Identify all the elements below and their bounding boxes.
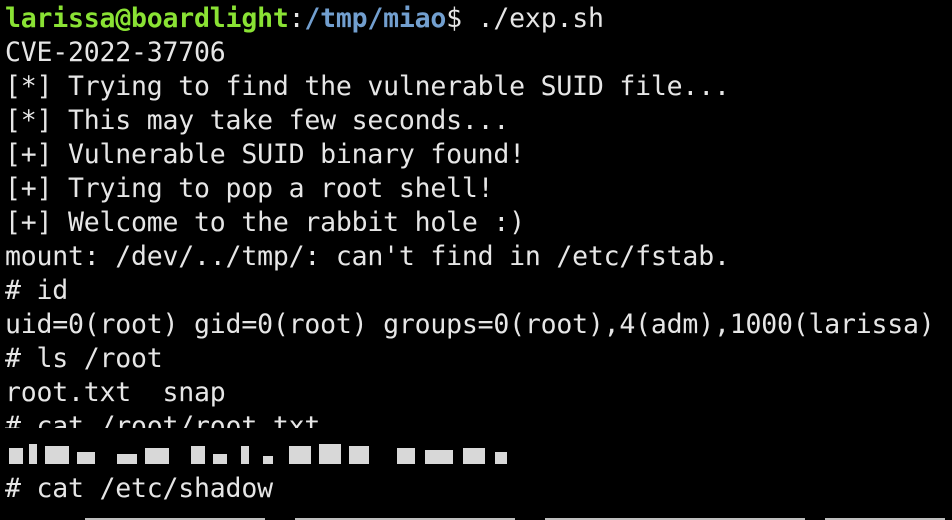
prompt-symbol: $ [446,3,478,34]
output-line-ls-result: root.txt snap [5,377,226,408]
redacted-flag-line [5,438,952,472]
root-command-id: # id [5,275,69,306]
terminal-window[interactable]: larissa@boardlight:/tmp/miao$ ./exp.sh C… [0,0,952,520]
prompt-colon: : [288,3,305,34]
prompt-command: ./exp.sh [477,3,604,34]
prompt-user-host: larissa@boardlight [5,3,289,34]
root-command-ls: # ls /root [5,343,163,374]
output-line-finding: [*] Trying to find the vulnerable SUID f… [5,71,730,102]
prompt-cwd: /tmp/miao [304,3,447,34]
output-line-found: [+] Vulnerable SUID binary found! [5,139,525,170]
output-line-pop-shell: [+] Trying to pop a root shell! [5,173,494,204]
redacted-shadow-output [5,506,952,520]
output-line-mount-error: mount: /dev/../tmp/: can't find in /etc/… [5,241,730,272]
output-line-wait: [*] This may take few seconds... [5,105,510,136]
shell-prompt-line: larissa@boardlight:/tmp/miao$ ./exp.sh [5,2,952,36]
output-line-cve: CVE-2022-37706 [5,37,226,68]
root-command-cat-roottxt: # cat /root/root.txt [5,411,321,428]
root-command-cat-shadow: # cat /etc/shadow [5,473,273,504]
output-line-id-result: uid=0(root) gid=0(root) groups=0(root),4… [5,309,935,340]
output-line-welcome: [+] Welcome to the rabbit hole :) [5,207,525,238]
